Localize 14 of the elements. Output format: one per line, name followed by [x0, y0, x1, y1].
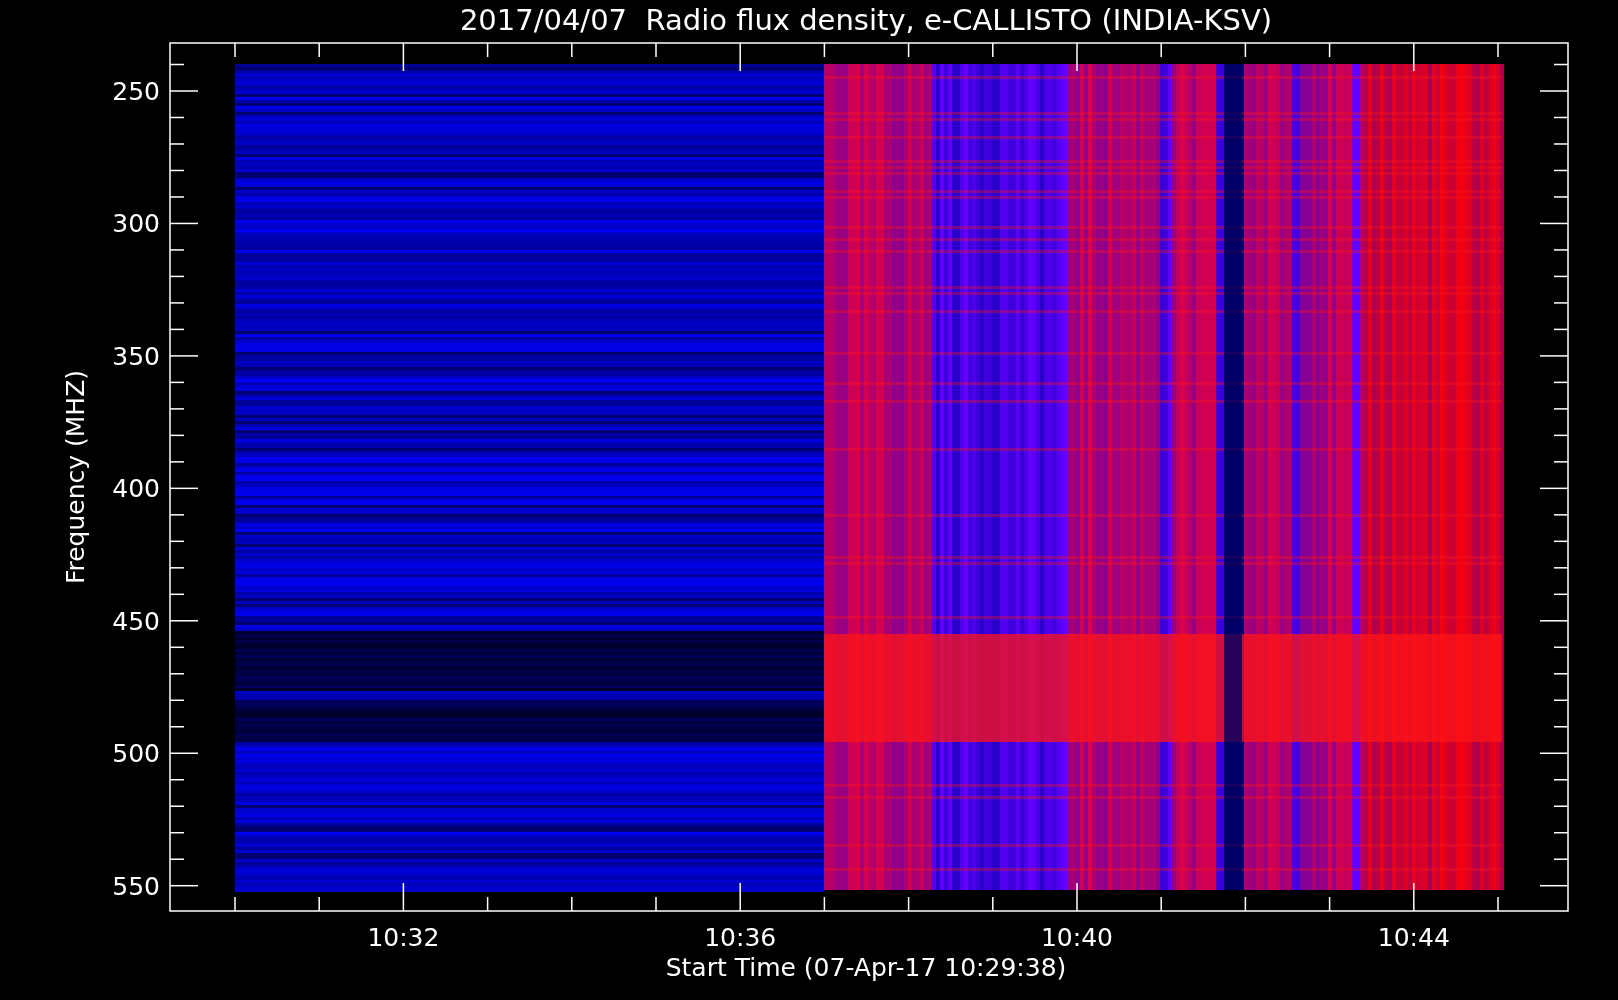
y-tick-label: 500	[112, 739, 160, 769]
chart-title: 2017/04/07 Radio flux density, e-CALLISTO (INDIA-KSV)	[459, 3, 1273, 37]
x-tick-label: 10:40	[1041, 923, 1113, 952]
x-axis-label: Start Time (07-Apr-17 10:29:38)	[665, 953, 1067, 982]
x-tick-label: 10:36	[704, 923, 777, 952]
x-tick-label: 10:44	[1377, 923, 1450, 952]
x-tick-label: 10:32	[367, 923, 440, 952]
y-tick-label: 300	[112, 209, 160, 239]
y-tick-label: 400	[112, 474, 160, 504]
y-tick-label: 250	[112, 77, 160, 106]
y-axis-label: Frequency (MHZ)	[61, 369, 90, 585]
y-tick-label: 550	[112, 871, 160, 901]
y-tick-label: 450	[112, 606, 160, 636]
y-tick-label: 350	[112, 341, 160, 371]
